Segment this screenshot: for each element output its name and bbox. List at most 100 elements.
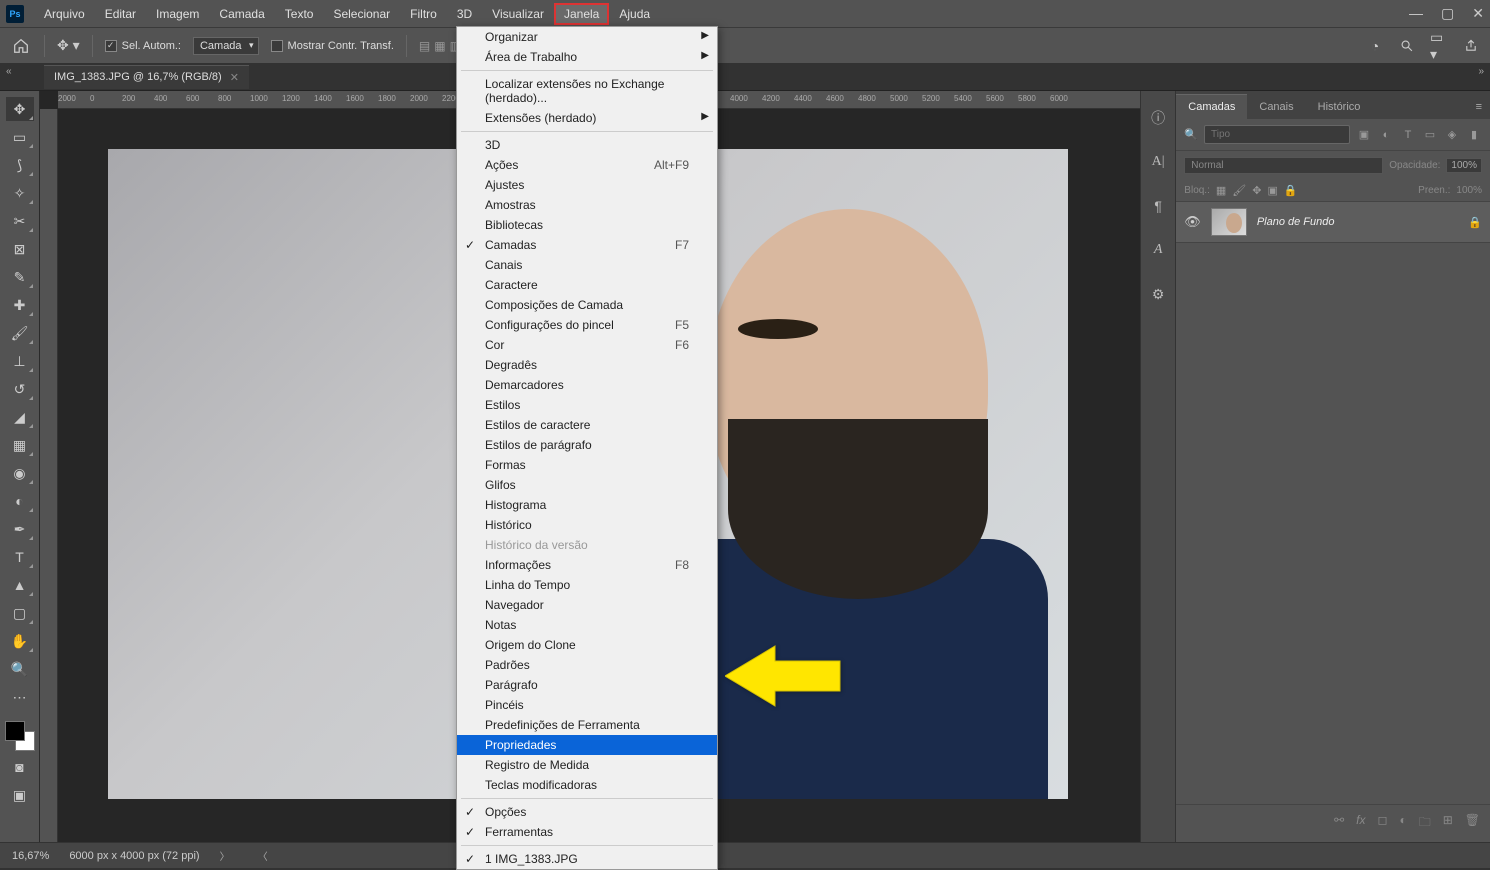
menu-item-demarcadores[interactable]: Demarcadores — [457, 375, 717, 395]
adjustment-layer-icon[interactable]: ◐ — [1399, 813, 1406, 834]
pen-tool[interactable]: ✒ — [6, 517, 34, 541]
menu-item-teclas-modificadoras[interactable]: Teclas modificadoras — [457, 775, 717, 795]
gradient-tool[interactable]: ▦ — [6, 433, 34, 457]
filter-toggle-icon[interactable]: ▮ — [1466, 127, 1482, 143]
menu-item--rea-de-trabalho[interactable]: Área de Trabalho▶ — [457, 47, 717, 67]
panel-menu-icon[interactable]: ≡ — [1468, 95, 1490, 119]
show-transform-checkbox[interactable]: Mostrar Contr. Transf. — [271, 40, 394, 52]
menu-item-ferramentas[interactable]: ✓Ferramentas — [457, 822, 717, 842]
eyedropper-tool[interactable]: ✎ — [6, 265, 34, 289]
lock-all-icon[interactable]: 🔒 — [1284, 184, 1298, 197]
menu-item-estilos-de-par-grafo[interactable]: Estilos de parágrafo — [457, 435, 717, 455]
layer-group-icon[interactable]: 🗀 — [1419, 813, 1431, 834]
menu-item-degrad-s[interactable]: Degradês — [457, 355, 717, 375]
menu-item-organizar[interactable]: Organizar▶ — [457, 27, 717, 47]
menu-item-histograma[interactable]: Histograma — [457, 495, 717, 515]
frame-tool[interactable]: ⊠ — [6, 237, 34, 261]
zoom-tool[interactable]: 🔍 — [6, 657, 34, 681]
panel-tab-histórico[interactable]: Histórico — [1306, 95, 1373, 119]
move-tool-icon[interactable]: ✥ ▾ — [57, 37, 80, 54]
menu-item-configura-es-do-pincel[interactable]: Configurações do pincelF5 — [457, 315, 717, 335]
menu-item-bibliotecas[interactable]: Bibliotecas — [457, 215, 717, 235]
layer-mask-icon[interactable]: ◻ — [1377, 813, 1387, 834]
layer-thumbnail[interactable] — [1211, 208, 1247, 236]
menu-item-notas[interactable]: Notas — [457, 615, 717, 635]
path-select-tool[interactable]: ▲ — [6, 573, 34, 597]
screen-mode-icon[interactable]: ▭ ▾ — [1430, 37, 1448, 55]
menu-imagem[interactable]: Imagem — [146, 3, 209, 25]
menu-item-formas[interactable]: Formas — [457, 455, 717, 475]
layer-fx-icon[interactable]: fx — [1356, 813, 1365, 834]
document-tab[interactable]: IMG_1383.JPG @ 16,7% (RGB/8) ✕ — [44, 65, 249, 89]
menu-item-informa-es[interactable]: InformaçõesF8 — [457, 555, 717, 575]
link-layers-icon[interactable]: ⚯ — [1334, 813, 1344, 834]
menu-item-amostras[interactable]: Amostras — [457, 195, 717, 215]
menu-item-1-img-1383-jpg[interactable]: ✓1 IMG_1383.JPG — [457, 849, 717, 869]
edit-toolbar-icon[interactable]: ⋯ — [6, 685, 34, 709]
move-tool[interactable]: ✥ — [6, 97, 34, 121]
screen-mode-tool[interactable]: ▣ — [6, 783, 34, 807]
menu-item-extens-es-herdado-[interactable]: Extensões (herdado)▶ — [457, 108, 717, 128]
collapse-right-icon[interactable]: » — [1478, 66, 1484, 77]
layer-item-background[interactable]: 👁 Plano de Fundo 🔒 — [1176, 202, 1490, 243]
menu-item-linha-do-tempo[interactable]: Linha do Tempo — [457, 575, 717, 595]
filter-smart-icon[interactable]: ◈ — [1444, 127, 1460, 143]
eraser-tool[interactable]: ◢ — [6, 405, 34, 429]
lock-position-icon[interactable]: ✥ — [1252, 184, 1261, 197]
close-tab-icon[interactable]: ✕ — [230, 71, 239, 84]
paragraph-panel-icon[interactable]: ¶ — [1147, 195, 1169, 217]
menu-item-estilos[interactable]: Estilos — [457, 395, 717, 415]
menu-texto[interactable]: Texto — [275, 3, 324, 25]
status-menu-arrow-icon[interactable]: 〉 — [220, 848, 230, 863]
menu-item-propriedades[interactable]: Propriedades — [457, 735, 717, 755]
new-layer-icon[interactable]: ⊞ — [1443, 813, 1453, 834]
glyphs-panel-icon[interactable]: A — [1147, 239, 1169, 261]
brush-tool[interactable]: 🖌 — [6, 321, 34, 345]
foreground-color[interactable] — [5, 721, 25, 741]
auto-select-target-dropdown[interactable]: Camada — [193, 37, 259, 55]
menu-item-canais[interactable]: Canais — [457, 255, 717, 275]
menu-3d[interactable]: 3D — [447, 3, 482, 25]
shape-tool[interactable]: ▢ — [6, 601, 34, 625]
healing-tool[interactable]: ✚ — [6, 293, 34, 317]
delete-layer-icon[interactable]: 🗑 — [1465, 813, 1480, 834]
opacity-value[interactable]: 100% — [1446, 158, 1482, 173]
auto-select-checkbox[interactable]: ✓ Sel. Autom.: — [105, 40, 181, 52]
layer-filter-input[interactable] — [1204, 125, 1350, 144]
menu-item-estilos-de-caractere[interactable]: Estilos de caractere — [457, 415, 717, 435]
filter-adjust-icon[interactable]: ◐ — [1378, 127, 1394, 143]
stamp-tool[interactable]: ⊥ — [6, 349, 34, 373]
panel-tab-camadas[interactable]: Camadas — [1176, 94, 1247, 119]
document-dimensions[interactable]: 6000 px x 4000 px (72 ppi) — [69, 850, 199, 862]
fill-value[interactable]: 100% — [1456, 185, 1482, 196]
filter-shape-icon[interactable]: ▭ — [1422, 127, 1438, 143]
lasso-tool[interactable]: ⟆ — [6, 153, 34, 177]
info-panel-icon[interactable]: ⓘ — [1147, 107, 1169, 129]
menu-item-3d[interactable]: 3D — [457, 135, 717, 155]
wand-tool[interactable]: ✧ — [6, 181, 34, 205]
menu-item-glifos[interactable]: Glifos — [457, 475, 717, 495]
filter-image-icon[interactable]: ▣ — [1356, 127, 1372, 143]
align-center-icon[interactable]: ▦ — [434, 39, 445, 53]
menu-item-pinc-is[interactable]: Pincéis — [457, 695, 717, 715]
history-brush-tool[interactable]: ↺ — [6, 377, 34, 401]
menu-item-origem-do-clone[interactable]: Origem do Clone — [457, 635, 717, 655]
menu-item-registro-de-medida[interactable]: Registro de Medida — [457, 755, 717, 775]
menu-item-ajustes[interactable]: Ajustes — [457, 175, 717, 195]
home-icon[interactable] — [10, 35, 32, 57]
panel-tab-canais[interactable]: Canais — [1247, 95, 1305, 119]
align-left-icon[interactable]: ▤ — [419, 39, 430, 53]
marquee-tool[interactable]: ▭ — [6, 125, 34, 149]
menu-item-op-es[interactable]: ✓Opções — [457, 802, 717, 822]
menu-arquivo[interactable]: Arquivo — [34, 3, 95, 25]
zoom-level[interactable]: 16,67% — [12, 850, 49, 862]
character-panel-icon[interactable]: A| — [1147, 151, 1169, 173]
filter-type-icon[interactable]: T — [1400, 127, 1416, 143]
minimize-button[interactable]: — — [1409, 5, 1423, 22]
menu-item-hist-rico[interactable]: Histórico — [457, 515, 717, 535]
menu-item-composi-es-de-camada[interactable]: Composições de Camada — [457, 295, 717, 315]
adjustments-panel-icon[interactable]: ⚙ — [1147, 283, 1169, 305]
blur-tool[interactable]: ◉ — [6, 461, 34, 485]
menu-filtro[interactable]: Filtro — [400, 3, 447, 25]
maximize-button[interactable]: ▢ — [1441, 5, 1454, 22]
